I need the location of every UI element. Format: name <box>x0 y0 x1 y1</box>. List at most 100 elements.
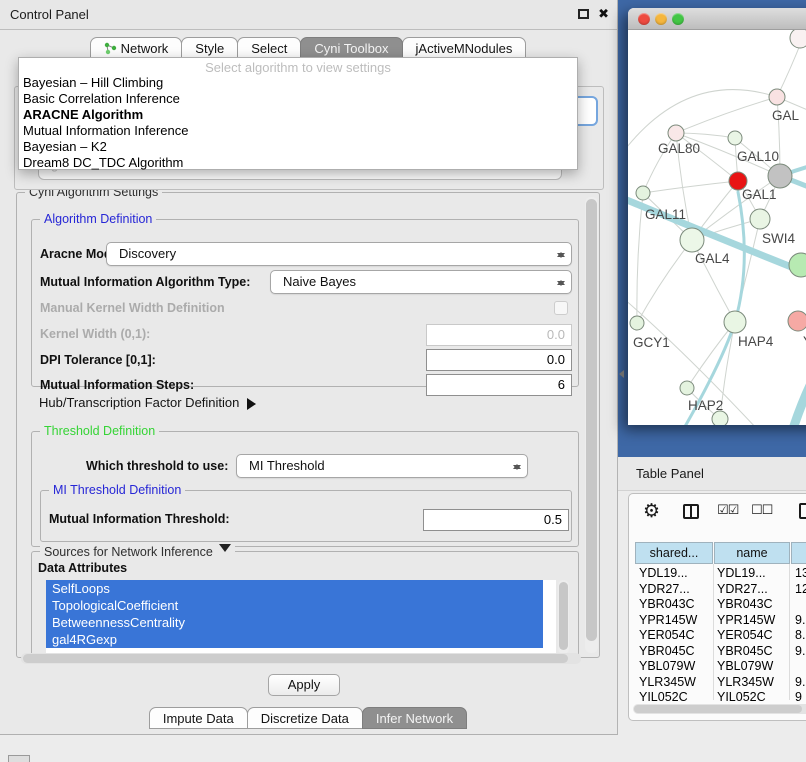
table-cell: 13 <box>795 566 806 582</box>
data-attributes-list: SelfLoopsTopologicalCoefficientBetweenne… <box>46 580 556 654</box>
table-cell: YER054C <box>717 628 773 644</box>
which-threshold-combobox[interactable]: MI Threshold <box>236 454 528 478</box>
table-panel-body: ⚙ ☑☑ ☐☐ shared...name YDL19...YDL19...13… <box>628 493 806 721</box>
network-node[interactable] <box>790 30 806 48</box>
select-all-checkboxes-icon[interactable]: ☑☑ <box>717 503 738 518</box>
threshold-definition-group: Threshold Definition Which threshold to … <box>31 431 579 547</box>
algorithm-dropdown-placeholder: Select algorithm to view settings <box>19 60 577 75</box>
apply-button[interactable]: Apply <box>268 674 340 696</box>
network-node[interactable] <box>680 381 694 395</box>
algorithm-option[interactable]: Bayesian – K2 <box>19 139 577 155</box>
table-row[interactable]: YBR043CYBR043C <box>635 597 806 613</box>
table-cell: YBL079W <box>717 659 773 675</box>
deselect-all-checkboxes-icon[interactable]: ☐☐ <box>751 503 772 518</box>
network-edge <box>777 40 802 97</box>
network-canvas[interactable]: GALGAL80GAL10GAL1GAL11GAL4SWI4GCY1HAP4YH… <box>628 30 806 425</box>
network-node[interactable] <box>636 186 650 200</box>
network-node[interactable] <box>768 164 792 188</box>
column-header[interactable] <box>791 542 806 564</box>
cyni-mode-tabbar: Impute DataDiscretize Data Infer Network <box>0 706 617 729</box>
algorithm-option[interactable]: Basic Correlation Inference <box>19 91 577 107</box>
collapse-arrow-icon <box>219 544 231 558</box>
tab-select[interactable]: Select <box>237 37 301 59</box>
table-cell: 9. <box>795 675 805 691</box>
table-function-icon[interactable] <box>799 503 806 519</box>
manual-kernel-checkbox[interactable] <box>554 301 568 315</box>
network-window-titlebar[interactable] <box>628 8 806 30</box>
column-header[interactable]: name <box>714 542 790 564</box>
tab-network[interactable]: Network <box>90 37 183 59</box>
threshold-definition-title: Threshold Definition <box>40 424 159 438</box>
table-cell: YBR045C <box>717 644 773 660</box>
settings-horizontal-scrollbar[interactable] <box>21 653 581 664</box>
kernel-width-field[interactable]: 0.0 <box>426 324 572 346</box>
table-row[interactable]: YDR27...YDR27...12 <box>635 582 806 598</box>
mi-steps-field[interactable]: 6 <box>426 374 572 396</box>
network-node[interactable] <box>750 209 770 229</box>
table-row[interactable]: YBR045CYBR045C9. <box>635 644 806 660</box>
node-label: SWI4 <box>762 231 795 246</box>
mi-threshold-field[interactable]: 0.5 <box>423 509 569 531</box>
network-node[interactable] <box>728 131 742 145</box>
settings-vertical-scrollbar[interactable] <box>585 197 598 653</box>
table-row[interactable]: YER054CYER054C8. <box>635 628 806 644</box>
algorithm-dropdown-popup: Select algorithm to view settings Bayesi… <box>18 57 578 170</box>
table-horizontal-scrollbar[interactable] <box>633 704 806 714</box>
panel-resize-handle-icon[interactable] <box>615 370 624 378</box>
cyni-algorithm-settings-group: Cyni Algorithm Settings Algorithm Defini… <box>16 192 600 658</box>
tab-label: Select <box>251 38 287 59</box>
table-cell: YBR045C <box>639 644 695 660</box>
network-node[interactable] <box>724 311 746 333</box>
algorithm-option[interactable]: Dream8 DC_TDC Algorithm <box>19 155 577 171</box>
column-layout-icon[interactable] <box>683 504 699 519</box>
tab-infer-network[interactable]: Infer Network <box>362 707 467 729</box>
network-node[interactable] <box>769 89 785 105</box>
network-node[interactable] <box>789 253 806 277</box>
table-row[interactable]: YLR345WYLR345W9. <box>635 675 806 691</box>
network-node[interactable] <box>788 311 806 331</box>
table-cell: YDR27... <box>717 582 768 598</box>
attributes-scrollbar[interactable] <box>558 580 569 654</box>
which-threshold-value: MI Threshold <box>249 458 325 473</box>
algorithm-option[interactable]: Bayesian – Hill Climbing <box>19 75 577 91</box>
table-row[interactable]: YPR145WYPR145W9. <box>635 613 806 629</box>
window-minimize-button[interactable] <box>655 13 667 25</box>
tab-discretize-data[interactable]: Discretize Data <box>247 707 363 729</box>
table-cell: 9. <box>795 613 805 629</box>
table-cell: YDL19... <box>717 566 766 582</box>
algorithm-option[interactable]: ARACNE Algorithm <box>19 107 577 123</box>
attribute-item[interactable]: SelfLoops <box>46 580 543 597</box>
table-row[interactable]: YBL079WYBL079W <box>635 659 806 675</box>
attribute-item[interactable]: BetweennessCentrality <box>46 614 543 631</box>
attribute-item[interactable]: TopologicalCoefficient <box>46 597 543 614</box>
close-panel-icon[interactable]: ✖ <box>598 6 609 22</box>
tab-jactivemnodules[interactable]: jActiveMNodules <box>402 37 527 59</box>
tab-cyni-toolbox[interactable]: Cyni Toolbox <box>300 37 402 59</box>
float-panel-icon[interactable] <box>578 9 589 19</box>
tab-label: Style <box>195 38 224 59</box>
column-header[interactable]: shared... <box>635 542 713 564</box>
algorithm-option[interactable]: Mutual Information Inference <box>19 123 577 139</box>
dpi-tolerance-field[interactable]: 0.0 <box>426 349 572 371</box>
network-node[interactable] <box>680 228 704 252</box>
hub-definition-expander[interactable]: Hub/Transcription Factor Definition <box>39 393 262 413</box>
attribute-item[interactable]: gal4RGexp <box>46 631 543 648</box>
aracne-mode-combobox[interactable]: Discovery <box>106 242 572 266</box>
network-node[interactable] <box>668 125 684 141</box>
aracne-mode-value: Discovery <box>119 246 176 261</box>
control-panel-tabbar: Network Style Select Cyni Toolbox jActiveMNo… <box>0 36 617 59</box>
tab-label: Cyni Toolbox <box>314 38 388 59</box>
network-node[interactable] <box>712 411 728 425</box>
table-row[interactable]: YDL19...YDL19...13 <box>635 566 806 582</box>
window-zoom-button[interactable] <box>672 13 684 25</box>
tab-label: Infer Network <box>376 708 453 729</box>
network-node[interactable] <box>630 316 644 330</box>
table-settings-gear-icon[interactable]: ⚙ <box>643 500 660 522</box>
tab-style[interactable]: Style <box>181 37 238 59</box>
window-close-button[interactable] <box>638 13 650 25</box>
mi-threshold-group-title: MI Threshold Definition <box>49 483 185 497</box>
table-cell: YER054C <box>639 628 695 644</box>
mi-type-combobox[interactable]: Naive Bayes <box>270 270 572 294</box>
mi-type-value: Naive Bayes <box>283 274 356 289</box>
tab-impute-data[interactable]: Impute Data <box>149 707 248 729</box>
